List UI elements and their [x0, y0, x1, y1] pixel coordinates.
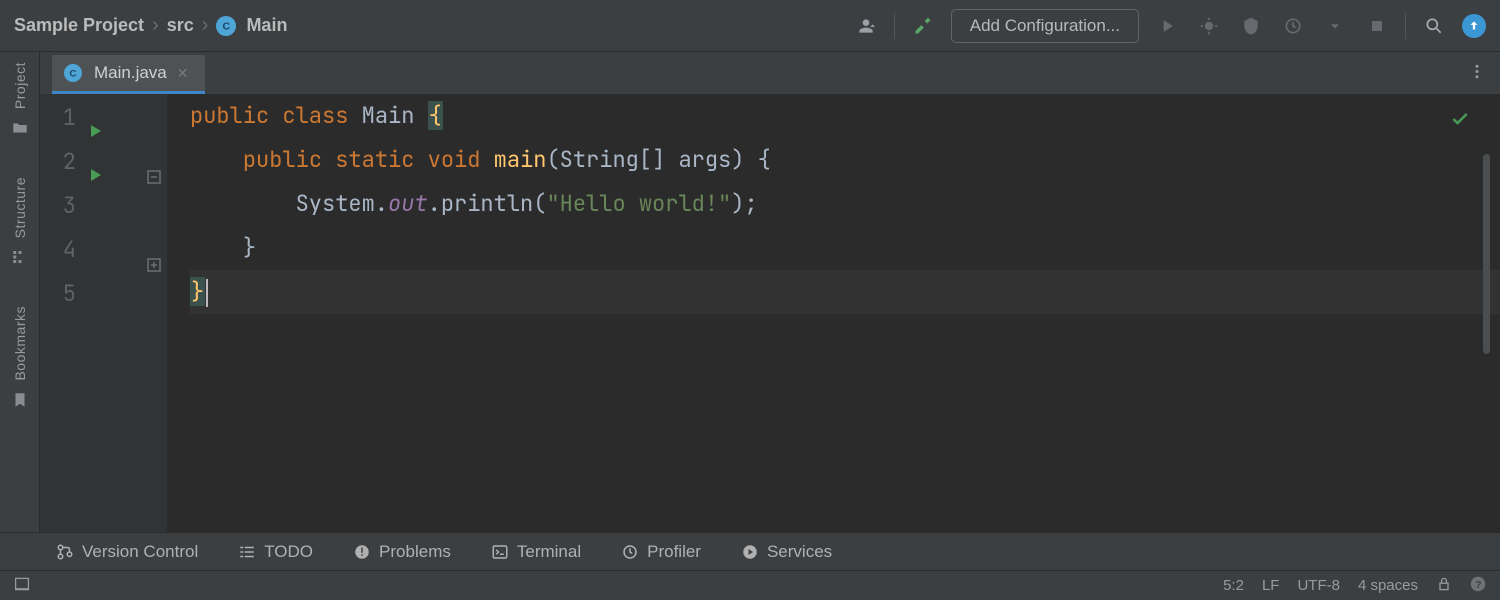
class-icon: C — [64, 64, 82, 82]
caret-position[interactable]: 5:2 — [1223, 577, 1244, 594]
svg-text:C: C — [70, 69, 77, 80]
editor-tabs: C Main.java ✕ — [40, 52, 1500, 94]
tool-label: Profiler — [647, 542, 701, 562]
line-number: 2 — [48, 140, 76, 184]
line-separator[interactable]: LF — [1262, 577, 1280, 594]
bookmark-icon — [11, 391, 29, 409]
tool-services[interactable]: Services — [741, 542, 832, 562]
bottom-tool-bar: Version Control TODO Problems Terminal P… — [0, 532, 1500, 570]
editor-area: C Main.java ✕ 1 2 — [40, 52, 1500, 532]
sidebar-label: Structure — [12, 177, 28, 238]
status-bar: 5:2 LF UTF-8 4 spaces ? — [0, 570, 1500, 600]
breadcrumb[interactable]: Sample Project › src › C Main — [14, 14, 287, 37]
breadcrumb-class[interactable]: Main — [246, 15, 287, 36]
coverage-icon[interactable] — [1237, 12, 1265, 40]
tool-label: Terminal — [517, 542, 581, 562]
tool-label: Problems — [379, 542, 451, 562]
sidebar-label: Project — [12, 62, 28, 109]
line-number: 3 — [48, 184, 76, 228]
inspection-ok-icon[interactable] — [1450, 100, 1470, 144]
line-number: 4 — [48, 228, 76, 272]
chevron-right-icon: › — [202, 14, 209, 37]
tool-profiler[interactable]: Profiler — [621, 542, 701, 562]
stop-icon[interactable] — [1363, 12, 1391, 40]
tool-terminal[interactable]: Terminal — [491, 542, 581, 562]
debug-icon[interactable] — [1195, 12, 1223, 40]
lock-icon[interactable] — [1436, 576, 1452, 596]
scrollbar[interactable] — [1483, 154, 1490, 354]
tool-version-control[interactable]: Version Control — [56, 542, 198, 562]
sidebar-label: Bookmarks — [12, 306, 28, 381]
tool-windows-rail: Project Structure Bookmarks — [0, 52, 40, 532]
chevron-right-icon: › — [152, 14, 159, 37]
line-number: 5 — [48, 272, 76, 316]
tool-label: Services — [767, 542, 832, 562]
tab-main-java[interactable]: C Main.java ✕ — [52, 55, 205, 94]
svg-text:?: ? — [1475, 580, 1481, 591]
tool-label: Version Control — [82, 542, 198, 562]
tool-todo[interactable]: TODO — [238, 542, 313, 562]
svg-text:C: C — [223, 20, 231, 32]
close-icon[interactable]: ✕ — [175, 65, 191, 82]
sidebar-item-structure[interactable]: Structure — [11, 177, 29, 266]
toolbar-actions: Add Configuration... — [852, 9, 1486, 43]
line-number: 1 — [48, 96, 76, 140]
separator — [894, 13, 895, 39]
search-icon[interactable] — [1420, 12, 1448, 40]
separator — [1405, 13, 1406, 39]
code-editor[interactable]: 1 2 3 4 — [40, 94, 1500, 532]
encoding[interactable]: UTF-8 — [1297, 577, 1340, 594]
structure-icon — [11, 248, 29, 266]
update-icon[interactable] — [1462, 14, 1486, 38]
quick-access-icon[interactable] — [14, 576, 30, 596]
editor-gutter[interactable]: 1 2 3 4 — [40, 94, 168, 532]
collaborators-icon[interactable] — [852, 12, 880, 40]
more-icon[interactable] — [1468, 63, 1486, 84]
build-hammer-icon[interactable] — [909, 12, 937, 40]
breadcrumb-folder[interactable]: src — [167, 15, 194, 36]
class-icon: C — [216, 16, 236, 36]
profile-icon[interactable] — [1279, 12, 1307, 40]
fold-icon[interactable] — [147, 155, 161, 169]
tool-label: TODO — [264, 542, 313, 562]
folder-icon — [11, 119, 29, 137]
run-configuration-button[interactable]: Add Configuration... — [951, 9, 1139, 43]
sidebar-item-bookmarks[interactable]: Bookmarks — [11, 306, 29, 409]
code-content[interactable]: public class Main { public static void m… — [168, 94, 1500, 532]
run-line-icon[interactable] — [88, 154, 104, 170]
sidebar-item-project[interactable]: Project — [11, 62, 29, 137]
tab-label: Main.java — [94, 63, 167, 83]
toolbar: Sample Project › src › C Main Add Config… — [0, 0, 1500, 52]
breadcrumb-project[interactable]: Sample Project — [14, 15, 144, 36]
tool-problems[interactable]: Problems — [353, 542, 451, 562]
run-icon[interactable] — [1153, 12, 1181, 40]
indent[interactable]: 4 spaces — [1358, 577, 1418, 594]
help-icon[interactable]: ? — [1470, 576, 1486, 596]
text-cursor — [206, 279, 208, 307]
fold-icon[interactable] — [147, 243, 161, 257]
caret-down-icon[interactable] — [1321, 12, 1349, 40]
run-line-icon[interactable] — [88, 110, 104, 126]
